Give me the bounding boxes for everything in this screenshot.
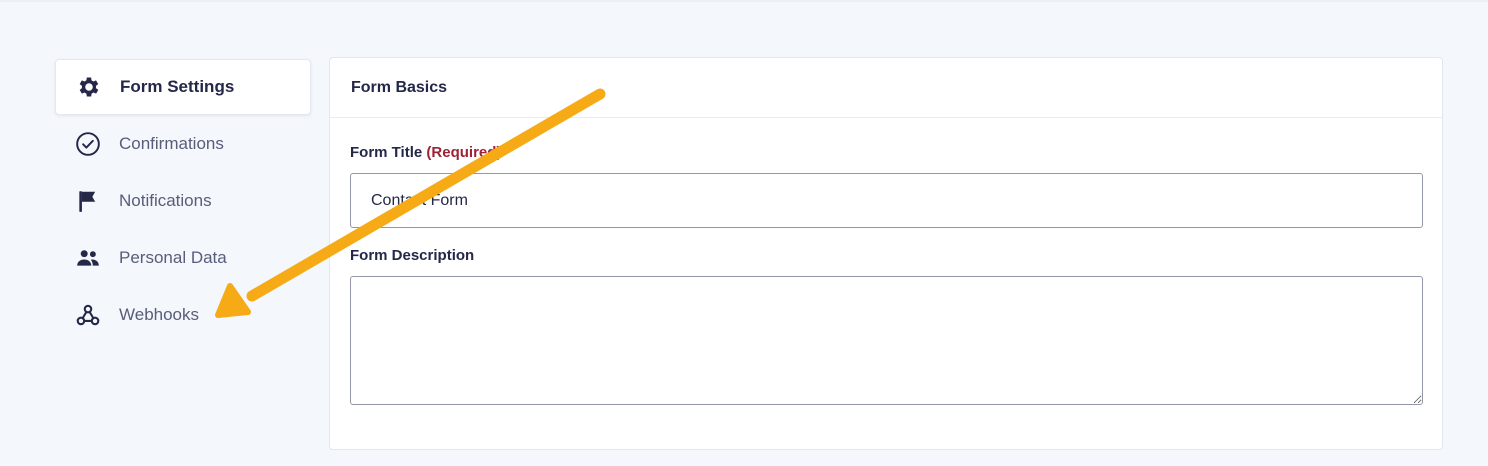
sidebar-item-label: Webhooks xyxy=(119,305,200,324)
webhook-icon xyxy=(75,302,101,328)
top-border xyxy=(0,0,1488,2)
sidebar-item-label: Personal Data xyxy=(119,248,227,267)
panel-title: Form Basics xyxy=(330,58,1442,118)
sidebar-item-confirmations[interactable]: Confirmations xyxy=(55,116,311,172)
panel-body: Form Title (Required) Form Description xyxy=(330,118,1442,405)
form-title-label-text: Form Title xyxy=(350,144,423,161)
check-circle-icon xyxy=(75,131,101,157)
gear-icon xyxy=(76,74,102,100)
sidebar-item-personal-data[interactable]: Personal Data xyxy=(55,230,311,286)
sidebar-item-label: Notifications xyxy=(119,191,212,210)
sidebar-item-notifications[interactable]: Notifications xyxy=(55,173,311,229)
users-icon xyxy=(75,245,101,271)
form-title-label: Form Title (Required) xyxy=(350,144,1422,161)
form-title-input[interactable] xyxy=(350,173,1423,228)
sidebar-item-label: Form Settings xyxy=(120,77,235,96)
flag-icon xyxy=(75,188,101,214)
sidebar-item-form-settings[interactable]: Form Settings xyxy=(55,59,311,115)
form-description-label: Form Description xyxy=(350,247,475,264)
required-indicator: (Required) xyxy=(426,144,502,161)
settings-sidebar: Form Settings Confirmations Notification… xyxy=(55,59,311,344)
sidebar-item-label: Confirmations xyxy=(119,134,224,153)
sidebar-item-webhooks[interactable]: Webhooks xyxy=(55,287,311,343)
form-description-textarea[interactable] xyxy=(350,276,1423,405)
form-basics-panel: Form Basics Form Title (Required) Form D… xyxy=(329,57,1443,450)
